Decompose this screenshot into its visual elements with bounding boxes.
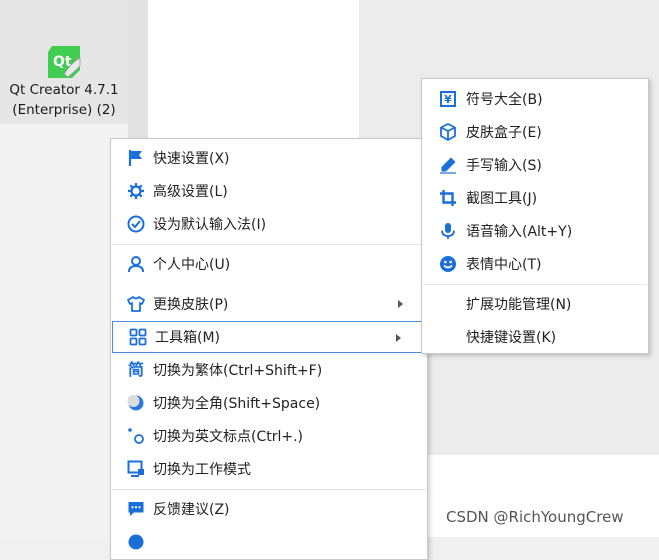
crop-icon: [439, 189, 457, 207]
menu-item-change-skin[interactable]: 更换皮肤(P): [111, 288, 427, 320]
menu-item-label: 设为默认输入法(I): [153, 217, 267, 233]
submenu-separator: [423, 284, 647, 285]
watermark-text: CSDN @RichYoungCrew: [446, 508, 624, 526]
traditional-chinese-icon: 简: [127, 361, 145, 379]
menu-separator: [112, 244, 426, 245]
submenu-item-shortcuts[interactable]: 快捷键设置(K): [422, 321, 648, 353]
smiley-icon: [439, 255, 457, 273]
cube-icon: [439, 123, 457, 141]
ime-context-menu: 快速设置(X) 高级设置(L) 设为默认输入法(I) 个人中心(U) 更换皮肤(…: [110, 138, 428, 560]
submenu-item-label: 手写输入(S): [466, 158, 542, 174]
menu-item-label: 个人中心(U): [153, 257, 231, 273]
menu-item-personal-center[interactable]: 个人中心(U): [111, 248, 427, 280]
yen-symbol-icon: ¥: [439, 90, 457, 108]
menu-item-label: 工具箱(M): [155, 330, 221, 346]
qt-creator-icon[interactable]: Qt: [46, 44, 82, 80]
menu-item-feedback[interactable]: 反馈建议(Z): [111, 493, 427, 525]
check-circle-icon: [127, 215, 145, 233]
user-icon: [127, 255, 145, 273]
symbols-icon-glyph: ¥: [440, 91, 456, 107]
submenu-item-label: 截图工具(J): [466, 191, 538, 207]
menu-item-label: 切换为繁体(Ctrl+Shift+F): [153, 363, 323, 379]
grid-icon: [129, 328, 147, 346]
submenu-item-symbols[interactable]: ¥ 符号大全(B): [422, 83, 648, 115]
menu-item-label: 更换皮肤(P): [153, 297, 229, 313]
menu-item-switch-english-punct[interactable]: 切换为英文标点(Ctrl+.): [111, 420, 427, 452]
menu-item-toolbox[interactable]: 工具箱(M): [112, 321, 426, 353]
menu-item-switch-fullwidth[interactable]: 切换为全角(Shift+Space): [111, 387, 427, 419]
punctuation-icon: [127, 427, 145, 445]
traditional-icon-glyph: 简: [127, 360, 144, 379]
submenu-item-label: 快捷键设置(K): [466, 330, 557, 346]
submenu-item-extensions[interactable]: 扩展功能管理(N): [422, 288, 648, 320]
monitor-icon: [127, 460, 145, 478]
qt-creator-label[interactable]: Qt Creator 4.7.1 (Enterprise) (2): [4, 80, 124, 120]
menu-separator: [112, 489, 426, 490]
toolbox-submenu: ¥ 符号大全(B) 皮肤盒子(E) 手写输入(S) 截图工具(J) 语音输入(A…: [421, 78, 649, 354]
menu-item-label: 切换为工作模式: [153, 462, 251, 478]
menu-item-quick-settings[interactable]: 快速设置(X): [111, 142, 427, 174]
submenu-item-label: 扩展功能管理(N): [466, 297, 572, 313]
menu-item-label: 切换为全角(Shift+Space): [153, 396, 321, 412]
menu-item-switch-work-mode[interactable]: 切换为工作模式: [111, 453, 427, 485]
submenu-item-screenshot[interactable]: 截图工具(J): [422, 182, 648, 214]
moon-icon: [127, 394, 145, 412]
menu-item-label: 切换为英文标点(Ctrl+.): [153, 429, 304, 445]
menu-item-label: 高级设置(L): [153, 184, 228, 200]
menu-item-set-default-ime[interactable]: 设为默认输入法(I): [111, 208, 427, 240]
menu-item-advanced-settings[interactable]: 高级设置(L): [111, 175, 427, 207]
chat-bubble-icon: [127, 500, 145, 518]
menu-item-label: 反馈建议(Z): [153, 502, 230, 518]
submenu-item-emoji-center[interactable]: 表情中心(T): [422, 248, 648, 280]
help-icon: [127, 533, 145, 551]
qt-label-line2: (Enterprise) (2): [12, 102, 116, 118]
pen-icon: [439, 156, 457, 174]
submenu-arrow-icon: [398, 300, 403, 308]
submenu-item-label: 语音输入(Alt+Y): [466, 224, 573, 240]
microphone-icon: [439, 222, 457, 240]
submenu-item-voice-input[interactable]: 语音输入(Alt+Y): [422, 215, 648, 247]
submenu-item-handwriting[interactable]: 手写输入(S): [422, 149, 648, 181]
tshirt-icon: [127, 295, 145, 313]
flag-icon: [127, 149, 145, 167]
menu-item-cutoff[interactable]: [111, 526, 427, 558]
qt-label-line1: Qt Creator 4.7.1: [9, 82, 119, 98]
gear-icon: [127, 182, 145, 200]
menu-item-label: 快速设置(X): [153, 151, 230, 167]
submenu-arrow-icon: [396, 334, 401, 342]
submenu-item-skin-box[interactable]: 皮肤盒子(E): [422, 116, 648, 148]
submenu-item-label: 表情中心(T): [466, 257, 542, 273]
menu-item-switch-traditional[interactable]: 简 切换为繁体(Ctrl+Shift+F): [111, 354, 427, 386]
submenu-item-label: 皮肤盒子(E): [466, 125, 542, 141]
submenu-item-label: 符号大全(B): [466, 92, 543, 108]
